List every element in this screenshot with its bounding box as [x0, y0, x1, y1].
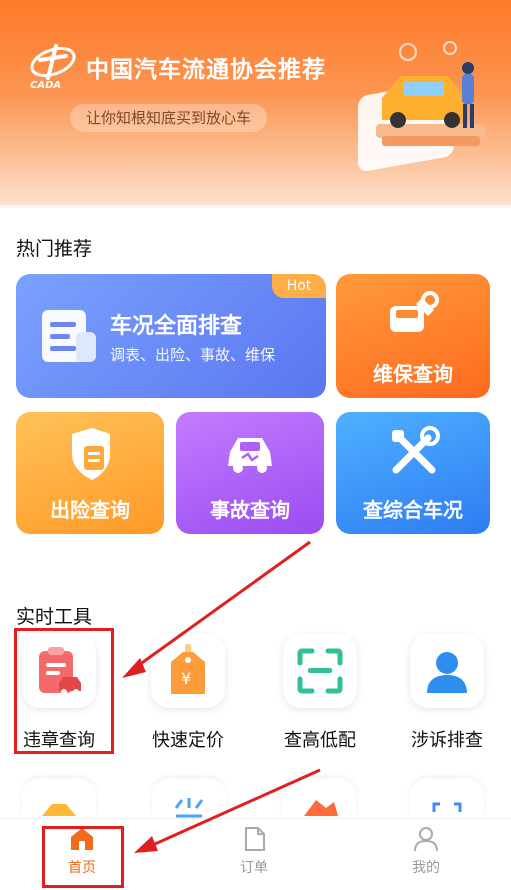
insurance-claim-query-card[interactable]: 出险查询: [16, 412, 164, 534]
tools-icon: [392, 426, 440, 474]
person-icon: [410, 634, 484, 708]
vehicle-full-check-label: 车况全面排查: [110, 314, 243, 339]
svg-text:¥: ¥: [181, 669, 191, 688]
accident-query-card[interactable]: 事故查询: [176, 412, 324, 534]
tab-mine-label: 我的: [412, 860, 440, 876]
tool-partial-4[interactable]: [410, 778, 484, 818]
report-document-icon: [42, 310, 96, 362]
insurance-claim-query-label: 出险查询: [50, 498, 130, 522]
hot-section-title: 热门推荐: [16, 238, 93, 260]
quick-pricing-label: 快速定价: [152, 730, 224, 751]
maintenance-query-label: 维保查询: [373, 362, 453, 386]
maintenance-query-card[interactable]: 维保查询: [336, 274, 490, 398]
document-icon: [245, 827, 265, 851]
tab-mine[interactable]: 我的: [386, 825, 466, 877]
comprehensive-condition-card[interactable]: 查综合车况: [336, 412, 490, 534]
tools-section-title: 实时工具: [16, 606, 93, 628]
user-icon: [414, 827, 438, 852]
accident-query-label: 事故查询: [210, 498, 290, 522]
quick-pricing-tool[interactable]: ¥ 快速定价: [138, 634, 238, 752]
litigation-check-tool[interactable]: 涉诉排查: [397, 634, 497, 752]
cada-logo-icon: CADA: [30, 44, 76, 90]
vehicle-full-check-card[interactable]: Hot 车况全面排查 调表、出险、事故、维保: [16, 274, 326, 398]
scan-frame-icon: [283, 634, 357, 708]
tab-orders-label: 订单: [240, 860, 268, 876]
vehicle-full-check-desc: 调表、出险、事故、维保: [110, 346, 276, 364]
car-inspection-illustration-icon: [358, 41, 486, 171]
crashed-car-icon: [228, 438, 272, 473]
tool-partial-1[interactable]: [22, 778, 96, 818]
trim-level-tool[interactable]: 查高低配: [270, 634, 370, 752]
price-tag-icon: ¥: [151, 634, 225, 708]
tool-partial-2[interactable]: [152, 778, 226, 818]
trim-level-label: 查高低配: [284, 730, 356, 751]
tab-orders[interactable]: 订单: [214, 825, 294, 877]
annotation-box-home: [42, 826, 124, 888]
shield-doc-icon: [72, 428, 110, 480]
litigation-check-label: 涉诉排查: [411, 730, 483, 751]
hot-recommend-section: 热门推荐 Hot 车况全面排查 调表、出险、事故、维保 维保查询 出险查询 事故…: [0, 208, 511, 578]
wrench-car-icon: [390, 291, 439, 332]
tool-partial-3[interactable]: [282, 778, 356, 818]
annotation-box-violation: [14, 628, 114, 754]
comprehensive-condition-label: 查综合车况: [363, 498, 463, 522]
hot-badge: Hot: [272, 274, 326, 298]
logo-text: CADA: [30, 80, 61, 90]
banner-title: 中国汽车流通协会推荐: [86, 57, 326, 83]
banner-subtitle: 让你知根知底买到放心车: [70, 104, 268, 132]
banner[interactable]: CADA 中国汽车流通协会推荐 让你知根知底买到放心车: [0, 0, 511, 205]
